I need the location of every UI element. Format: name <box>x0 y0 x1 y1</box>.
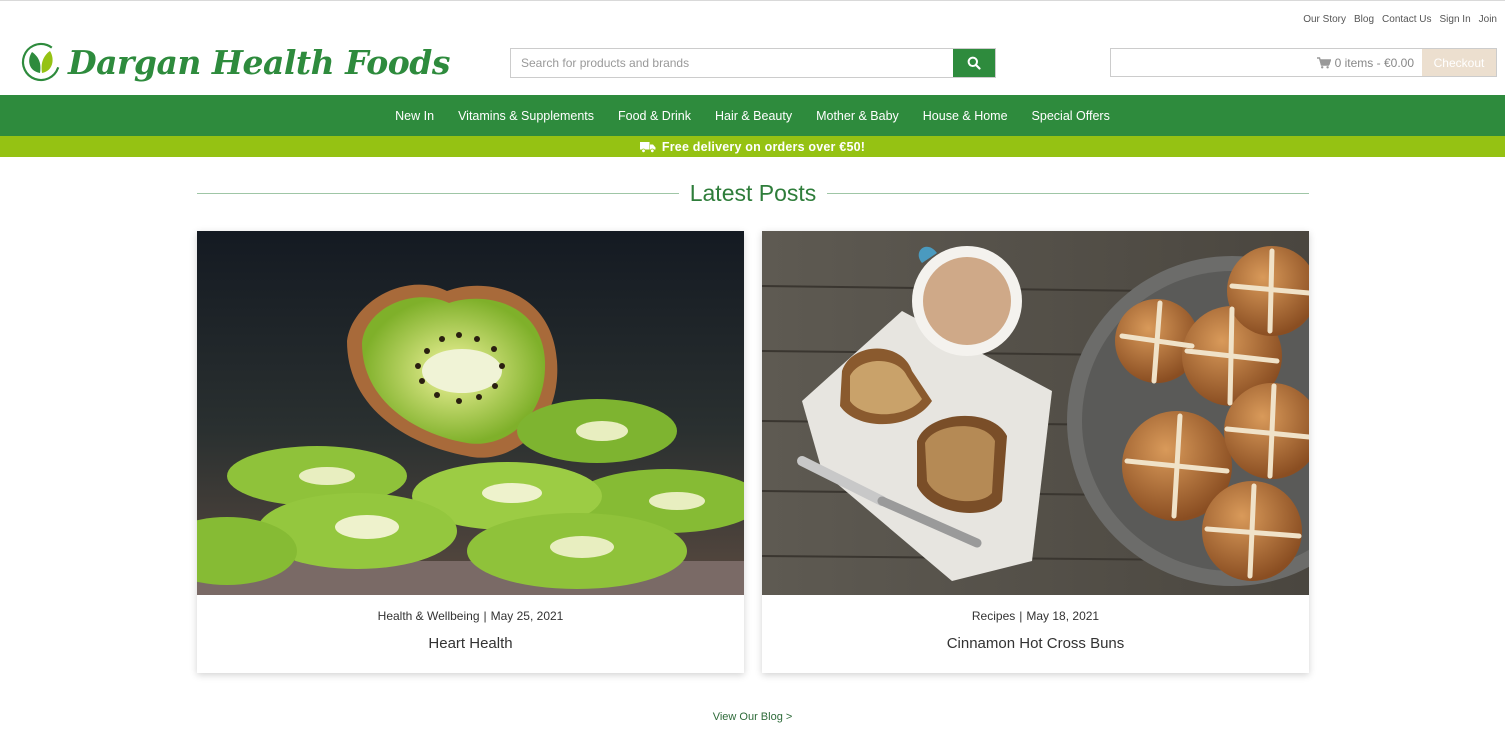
cart-widget: 0 items - €0.00 Checkout <box>1110 48 1497 77</box>
promo-text: Free delivery on orders over €50! <box>661 139 866 154</box>
latest-posts-heading: Latest Posts <box>197 178 1310 208</box>
cart-icon <box>1316 56 1331 68</box>
util-link-join[interactable]: Join <box>1479 14 1497 25</box>
truck-icon <box>639 141 656 153</box>
util-link-contact-us[interactable]: Contact Us <box>1382 14 1431 25</box>
post-meta: Health & Wellbeing | May 25, 2021 <box>377 609 564 623</box>
cart-summary[interactable]: 0 items - €0.00 <box>1111 49 1422 76</box>
post-date: May 18, 2021 <box>1026 609 1100 623</box>
checkout-button[interactable]: Checkout <box>1422 49 1496 76</box>
search-icon <box>967 56 981 70</box>
view-blog-link[interactable]: View Our Blog > <box>713 711 793 723</box>
nav-item-house-home[interactable]: House & Home <box>923 109 1008 123</box>
blog-card-heart-health[interactable]: Health & Wellbeing | May 25, 2021 Heart He… <box>197 231 744 673</box>
view-blog-row: View Our Blog > <box>0 711 1505 723</box>
heading-divider-right <box>827 192 1310 194</box>
post-category[interactable]: Health & Wellbeing <box>378 609 480 623</box>
nav-item-mother-baby[interactable]: Mother & Baby <box>816 109 899 123</box>
promo-banner: Free delivery on orders over €50! <box>0 136 1505 157</box>
search-button[interactable] <box>953 49 995 77</box>
post-title[interactable]: Cinnamon Hot Cross Buns <box>762 635 1309 652</box>
top-border <box>0 0 1505 1</box>
search-input[interactable] <box>511 49 953 77</box>
section-title: Latest Posts <box>689 179 817 206</box>
site-logo[interactable]: Dargan Health Foods <box>20 36 450 88</box>
blog-card-hot-cross-buns[interactable]: Recipes | May 18, 2021 Cinnamon Hot Cross … <box>762 231 1309 673</box>
leaf-logo-icon <box>21 42 61 82</box>
post-date: May 25, 2021 <box>490 609 564 623</box>
post-title[interactable]: Heart Health <box>197 635 744 652</box>
cart-summary-text: 0 items - €0.00 <box>1334 55 1414 70</box>
post-meta: Recipes | May 18, 2021 <box>971 609 1100 623</box>
kiwi-image <box>197 231 744 595</box>
util-link-blog[interactable]: Blog <box>1354 14 1374 25</box>
heading-divider-left <box>197 192 679 194</box>
hot-cross-buns-image <box>762 231 1309 595</box>
main-nav: New In Vitamins & Supplements Food & Dri… <box>0 95 1505 136</box>
nav-item-new-in[interactable]: New In <box>395 109 434 123</box>
logo-text: Dargan Health Foods <box>68 42 450 82</box>
post-category[interactable]: Recipes <box>972 609 1015 623</box>
search-bar <box>510 48 996 78</box>
nav-item-vitamins-supplements[interactable]: Vitamins & Supplements <box>458 109 594 123</box>
utility-links: Our Story Blog Contact Us Sign In Join <box>1303 14 1497 25</box>
nav-item-special-offers[interactable]: Special Offers <box>1032 109 1110 123</box>
util-link-our-story[interactable]: Our Story <box>1303 14 1346 25</box>
nav-item-food-drink[interactable]: Food & Drink <box>618 109 691 123</box>
nav-item-hair-beauty[interactable]: Hair & Beauty <box>715 109 792 123</box>
util-link-sign-in[interactable]: Sign In <box>1440 14 1471 25</box>
